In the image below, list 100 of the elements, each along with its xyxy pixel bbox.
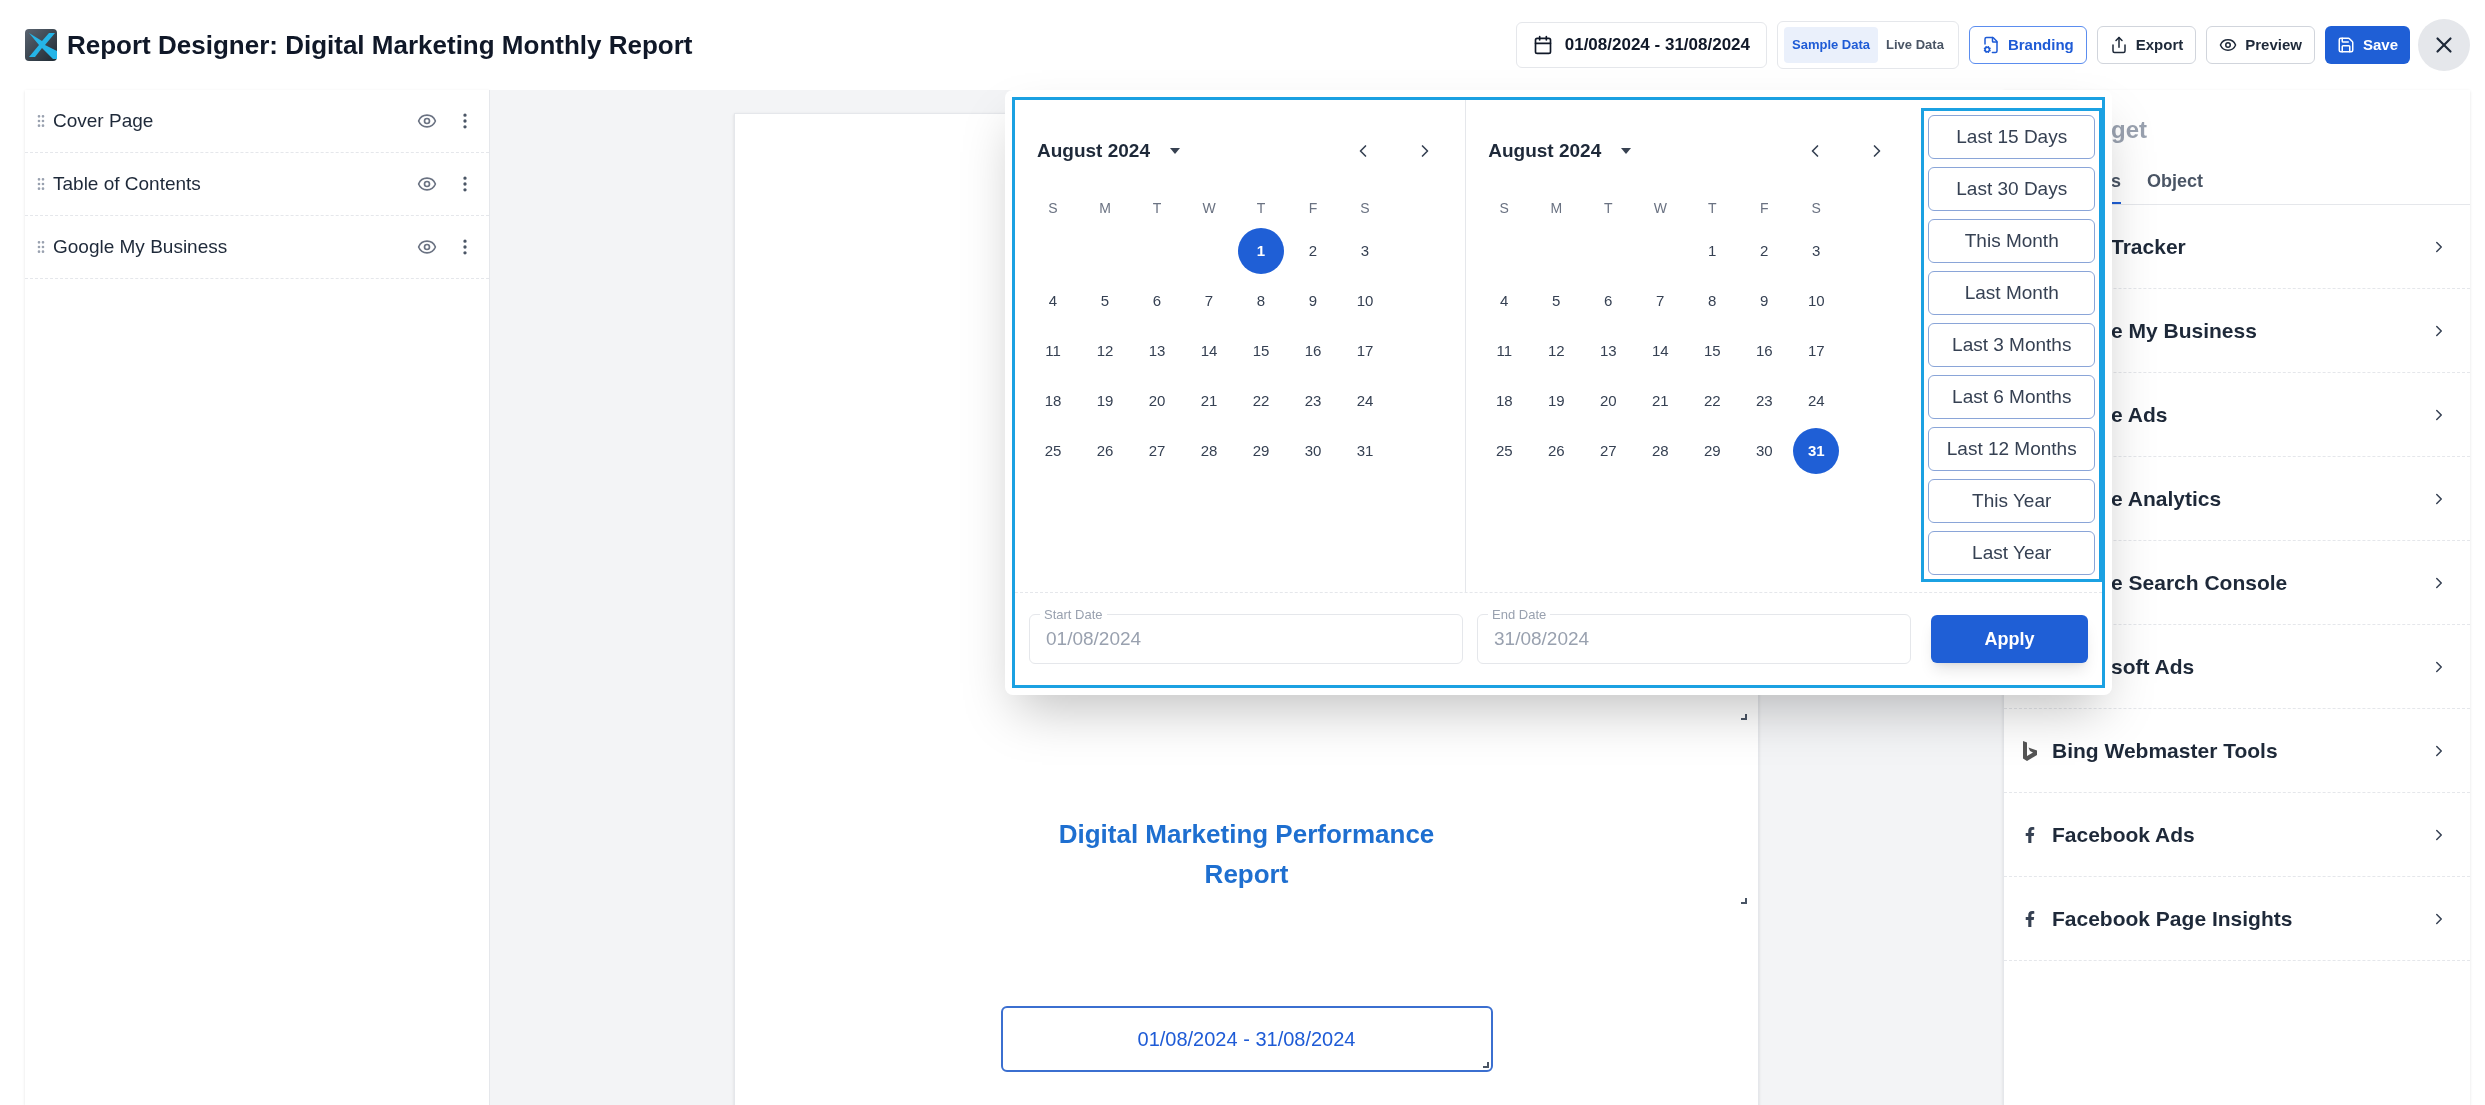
eye-icon[interactable] xyxy=(417,111,437,131)
day-button[interactable]: 11 xyxy=(1030,328,1076,374)
day-button[interactable]: 20 xyxy=(1585,378,1632,424)
page-list-item[interactable]: Table of Contents xyxy=(25,153,489,216)
weekday-label: M xyxy=(1099,198,1111,218)
day-button[interactable]: 26 xyxy=(1082,428,1128,474)
day-button[interactable]: 12 xyxy=(1082,328,1128,374)
day-button[interactable]: 17 xyxy=(1342,328,1388,374)
day-button[interactable]: 30 xyxy=(1741,428,1788,474)
apply-button[interactable]: Apply xyxy=(1931,615,2088,663)
day-button[interactable]: 22 xyxy=(1689,378,1736,424)
day-button[interactable]: 11 xyxy=(1481,328,1528,374)
preset-button[interactable]: Last Month xyxy=(1928,271,2095,315)
day-button[interactable]: 30 xyxy=(1290,428,1336,474)
widget-category-item[interactable]: Bing Webmaster Tools xyxy=(2004,709,2470,793)
day-button[interactable]: 13 xyxy=(1585,328,1632,374)
day-button[interactable]: 23 xyxy=(1290,378,1336,424)
export-icon xyxy=(2109,36,2128,54)
day-button[interactable]: 25 xyxy=(1481,428,1528,474)
report-subtitle: Digital Marketing Performance Report xyxy=(1058,819,1435,889)
day-button[interactable]: 18 xyxy=(1481,378,1528,424)
day-button[interactable]: 7 xyxy=(1637,278,1684,324)
day-button[interactable]: 19 xyxy=(1082,378,1128,424)
branding-button[interactable]: Branding xyxy=(1968,26,2087,64)
day-button[interactable]: 28 xyxy=(1637,428,1684,474)
day-button[interactable]: 21 xyxy=(1637,378,1684,424)
day-button[interactable]: 8 xyxy=(1689,278,1736,324)
close-button[interactable] xyxy=(2418,19,2470,71)
day-button[interactable]: 3 xyxy=(1342,228,1388,274)
preset-button[interactable]: Last Year xyxy=(1928,531,2095,575)
day-button[interactable]: 20 xyxy=(1134,378,1180,424)
preset-button[interactable]: This Year xyxy=(1928,479,2095,523)
widget-category-item[interactable]: Facebook Page Insights xyxy=(2004,877,2470,961)
day-button[interactable]: 31 xyxy=(1793,428,1840,474)
day-button[interactable]: 31 xyxy=(1342,428,1388,474)
page-list-item[interactable]: Google My Business xyxy=(25,216,489,279)
day-button[interactable]: 25 xyxy=(1030,428,1076,474)
day-button[interactable]: 29 xyxy=(1689,428,1736,474)
day-button[interactable]: 8 xyxy=(1238,278,1284,324)
day-button[interactable]: 15 xyxy=(1238,328,1284,374)
app-logo xyxy=(25,29,57,61)
day-button[interactable]: 16 xyxy=(1290,328,1336,374)
preset-button[interactable]: Last 15 Days xyxy=(1928,115,2095,159)
day-button[interactable]: 9 xyxy=(1290,278,1336,324)
preview-button[interactable]: Preview xyxy=(2206,26,2315,64)
eye-icon[interactable] xyxy=(417,174,437,194)
day-button[interactable]: 4 xyxy=(1481,278,1528,324)
panel-tab[interactable]: Object xyxy=(2147,160,2204,204)
day-button[interactable]: 27 xyxy=(1585,428,1632,474)
date-range-button[interactable]: 01/08/2024 - 31/08/2024 xyxy=(1515,22,1767,68)
data-mode-tab[interactable]: Live Data xyxy=(1878,27,1952,63)
export-button[interactable]: Export xyxy=(2096,26,2197,64)
day-button[interactable]: 1 xyxy=(1238,228,1284,274)
weekday-label: T xyxy=(1603,198,1613,218)
day-button[interactable]: 14 xyxy=(1186,328,1232,374)
day-button[interactable]: 6 xyxy=(1134,278,1180,324)
day-button[interactable]: 10 xyxy=(1793,278,1840,324)
day-button[interactable]: 24 xyxy=(1793,378,1840,424)
day-button[interactable]: 1 xyxy=(1689,228,1736,274)
day-button[interactable]: 6 xyxy=(1585,278,1632,324)
day-button[interactable]: 2 xyxy=(1741,228,1788,274)
weekday-label: T xyxy=(1707,198,1717,218)
day-button[interactable]: 5 xyxy=(1082,278,1128,324)
day-button[interactable]: 26 xyxy=(1533,428,1580,474)
day-button[interactable]: 29 xyxy=(1238,428,1284,474)
day-button[interactable]: 27 xyxy=(1134,428,1180,474)
day-button[interactable]: 13 xyxy=(1134,328,1180,374)
day-button[interactable]: 2 xyxy=(1290,228,1336,274)
panel-title: get xyxy=(2111,115,2148,145)
day-button[interactable]: 3 xyxy=(1793,228,1840,274)
day-button[interactable]: 17 xyxy=(1793,328,1840,374)
preset-button[interactable]: Last 30 Days xyxy=(1928,167,2095,211)
day-button[interactable]: 9 xyxy=(1741,278,1788,324)
widget-category-item[interactable]: Facebook Ads xyxy=(2004,793,2470,877)
eye-icon[interactable] xyxy=(417,237,437,257)
day-button[interactable]: 18 xyxy=(1030,378,1076,424)
day-button[interactable]: 24 xyxy=(1342,378,1388,424)
day-button[interactable]: 14 xyxy=(1637,328,1684,374)
preset-button[interactable]: Last 6 Months xyxy=(1928,375,2095,419)
day-button[interactable]: 7 xyxy=(1186,278,1232,324)
day-button[interactable]: 19 xyxy=(1533,378,1580,424)
day-button[interactable]: 15 xyxy=(1689,328,1736,374)
preset-button[interactable]: Last 3 Months xyxy=(1928,323,2095,367)
day-button[interactable]: 5 xyxy=(1533,278,1580,324)
bing-logo-icon xyxy=(2023,740,2037,761)
day-button[interactable]: 12 xyxy=(1533,328,1580,374)
day-button[interactable]: 23 xyxy=(1741,378,1788,424)
preset-button[interactable]: Last 12 Months xyxy=(1928,427,2095,471)
day-button[interactable]: 16 xyxy=(1741,328,1788,374)
day-button[interactable]: 22 xyxy=(1238,378,1284,424)
weekday-label: F xyxy=(1759,198,1769,218)
day-button[interactable]: 10 xyxy=(1342,278,1388,324)
save-button[interactable]: Save xyxy=(2324,26,2410,64)
data-mode-tab[interactable]: Sample Data xyxy=(1784,27,1879,63)
day-button[interactable]: 28 xyxy=(1186,428,1232,474)
preset-button[interactable]: This Month xyxy=(1928,219,2095,263)
page-list-item[interactable]: Cover Page xyxy=(25,90,489,153)
date-range-text-box[interactable]: 01/08/2024 - 31/08/2024 xyxy=(1000,1006,1493,1072)
day-button[interactable]: 21 xyxy=(1186,378,1232,424)
day-button[interactable]: 4 xyxy=(1030,278,1076,324)
